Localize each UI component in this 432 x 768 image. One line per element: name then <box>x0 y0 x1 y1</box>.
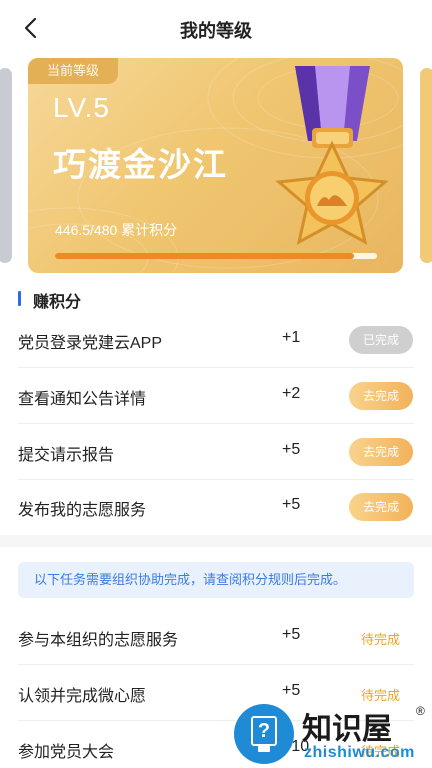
task-score: +2 <box>282 385 301 402</box>
task-completed-button[interactable]: 已完成 <box>349 326 413 354</box>
go-complete-button[interactable]: 去完成 <box>349 382 413 410</box>
page-title: 我的等级 <box>180 21 252 41</box>
go-complete-button[interactable]: 去完成 <box>349 493 413 521</box>
watermark-url: zhishiwu.com <box>304 744 415 761</box>
task-pending-status: 待完成 <box>361 632 401 647</box>
task-score: +5 <box>282 626 301 643</box>
current-level-card: 当前等级 LV.5 巧渡金沙江 446.5/480 累计积分 <box>28 58 403 273</box>
registered-mark: ® <box>416 704 425 718</box>
task-name: 查看通知公告详情 <box>18 391 147 408</box>
task-name: 认领并完成微心愿 <box>18 688 147 705</box>
header-bar: 我的等级 <box>0 0 432 58</box>
task-row: 提交请示报告 +5 去完成 <box>18 424 414 480</box>
task-row: 发布我的志愿服务 +5 去完成 <box>18 479 414 535</box>
task-name: 参加党员大会 <box>18 744 115 761</box>
task-row: 查看通知公告详情 +2 去完成 <box>18 368 414 424</box>
task-name: 发布我的志愿服务 <box>18 502 147 519</box>
task-row: 党员登录党建云APP +1 已完成 <box>18 312 414 368</box>
org-tasks-notice: 以下任务需要组织协助完成，请查阅积分规则后完成。 <box>18 562 414 598</box>
task-score: +5 <box>282 441 301 458</box>
section-title-text: 赚积分 <box>33 294 82 311</box>
task-row: 参与本组织的志愿服务 +5 待完成 <box>18 609 414 665</box>
go-complete-button[interactable]: 去完成 <box>349 438 413 466</box>
watermark-text: 知识屋 <box>302 713 392 746</box>
task-score: +1 <box>282 329 301 346</box>
task-score: +5 <box>282 496 301 513</box>
section-accent-bar <box>18 291 21 306</box>
star-medal-icon <box>275 66 389 245</box>
level-number: LV.5 <box>53 92 110 123</box>
current-level-badge: 当前等级 <box>28 58 118 84</box>
section-divider <box>0 535 432 547</box>
site-watermark: ? 知识屋 ® zhishiwu.com <box>232 698 432 768</box>
task-name: 参与本组织的志愿服务 <box>18 632 179 649</box>
task-name: 党员登录党建云APP <box>18 335 163 352</box>
monitor-question-icon: ? <box>234 704 294 764</box>
task-name: 提交请示报告 <box>18 447 115 464</box>
prev-level-card[interactable] <box>0 68 12 263</box>
next-level-card[interactable] <box>420 68 432 263</box>
points-text: 446.5/480 累计积分 <box>55 222 178 238</box>
level-name: 巧渡金沙江 <box>53 146 228 183</box>
